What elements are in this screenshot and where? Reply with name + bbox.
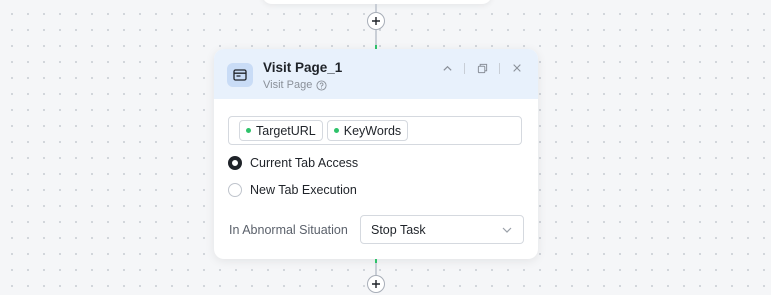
visit-page-node-card[interactable]: Visit Page_1 Visit Page TargetURL KeyWor…: [214, 49, 538, 259]
radio-label: Current Tab Access: [250, 156, 359, 170]
connector-line-lower: [375, 263, 377, 275]
node-subtitle: Visit Page: [263, 79, 313, 91]
abnormal-situation-label: In Abnormal Situation: [229, 223, 348, 237]
variables-input[interactable]: TargetURL KeyWords: [228, 116, 522, 145]
copy-icon[interactable]: [475, 61, 489, 75]
radio-current-tab[interactable]: Current Tab Access: [228, 156, 358, 170]
connector-line-top: [375, 4, 377, 12]
previous-node-card[interactable]: [262, 0, 492, 4]
question-circle-icon[interactable]: [316, 79, 327, 91]
variable-tag-targeturl[interactable]: TargetURL: [239, 120, 323, 141]
variable-tag-keywords[interactable]: KeyWords: [326, 120, 409, 141]
node-subtitle-row: Visit Page: [263, 79, 327, 91]
status-dot: [246, 128, 251, 133]
header-actions: [440, 61, 524, 75]
node-header: Visit Page_1 Visit Page: [214, 49, 538, 99]
select-value: Stop Task: [371, 222, 426, 237]
add-step-button-top[interactable]: [367, 12, 385, 30]
chevron-down-icon: [502, 227, 512, 233]
node-title: Visit Page_1: [263, 60, 343, 75]
tag-label: KeyWords: [343, 123, 402, 138]
plus-icon: [372, 280, 380, 288]
radio-button-checked[interactable]: [228, 156, 242, 170]
connector-line-upper: [375, 30, 377, 45]
radio-button[interactable]: [228, 183, 242, 197]
add-step-button-bottom[interactable]: [367, 275, 385, 293]
radio-label: New Tab Execution: [250, 183, 357, 197]
browser-window-icon: [227, 63, 253, 87]
header-divider: [464, 62, 465, 74]
header-divider: [499, 62, 500, 74]
radio-new-tab[interactable]: New Tab Execution: [228, 183, 357, 197]
status-dot: [333, 128, 339, 133]
tag-label: TargetURL: [256, 123, 316, 138]
chevron-up-icon[interactable]: [440, 61, 454, 75]
close-icon[interactable]: [510, 61, 524, 75]
abnormal-situation-select[interactable]: Stop Task: [360, 215, 524, 244]
plus-icon: [372, 17, 380, 25]
